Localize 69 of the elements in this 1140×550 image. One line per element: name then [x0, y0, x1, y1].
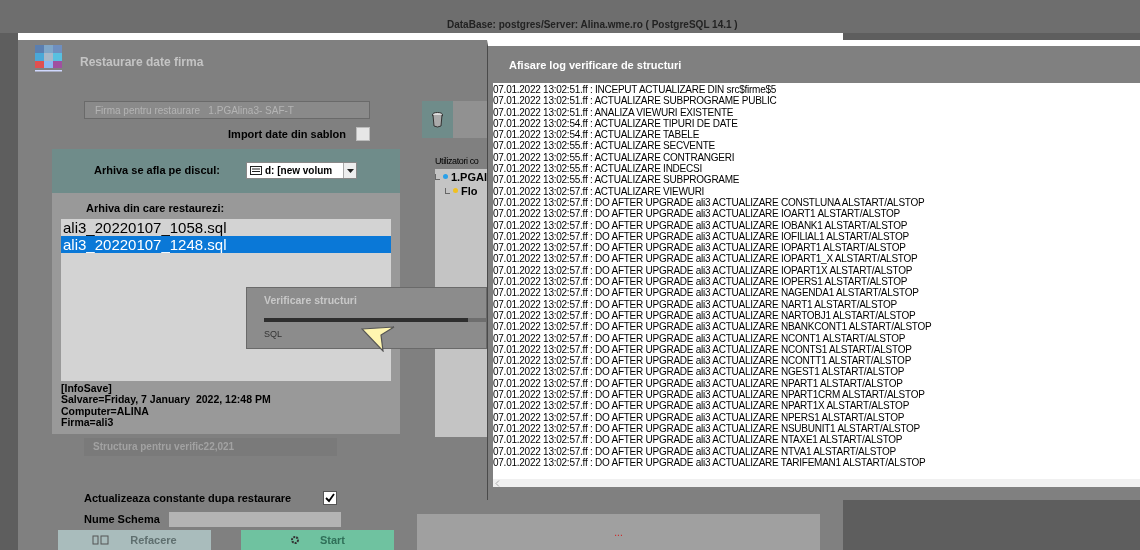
log-line: 07.01.2022 13:02:57.ff : ACTUALIZARE VIEWURI: [493, 185, 706, 197]
log-line: 07.01.2022 13:02:57.ff : DO AFTER UPGRADE ali3 ACTUALIZARE NTAXE1 ALSTART/ALSTOP: [493, 434, 904, 446]
log-line: 07.01.2022 13:02:57.ff : DO AFTER UPGRADE ali3 ACTUALIZARE NAGENDA1 ALSTART/ALSTOP: [493, 287, 920, 299]
log-line: 07.01.2022 13:02:57.ff : DO AFTER UPGRADE ali3 ACTUALIZARE NCONTT1 ALSTART/ALSTOP: [493, 355, 913, 367]
log-line: 07.01.2022 13:02:57.ff : DO AFTER UPGRADE ali3 ACTUALIZARE NPART1X ALSTART/ALSTOP: [493, 400, 911, 412]
log-line: 07.01.2022 13:02:57.ff : DO AFTER UPGRADE ali3 ACTUALIZARE IOFILIAL1 ALSTART/ALSTOP: [493, 230, 910, 243]
log-line: 07.01.2022 13:02:57.ff : DO AFTER UPGRADE ali3 ACTUALIZARE IOART1 ALSTART/ALSTOP: [493, 208, 902, 220]
log-line: 07.01.2022 13:02:57.ff : DO AFTER UPGRADE ali3 ACTUALIZARE NSUBUNIT1 ALSTART/ALSTOP: [493, 422, 922, 435]
log-line: 07.01.2022 13:02:57.ff : DO AFTER UPGRADE ali3 ACTUALIZARE NPART1 ALSTART/ALSTOP: [493, 377, 904, 389]
log-line: 07.01.2022 13:02:57.ff : DO AFTER UPGRADE ali3 ACTUALIZARE NGEST1 ALSTART/ALSTOP: [493, 366, 906, 378]
log-line: 07.01.2022 13:02:57.ff : DO AFTER UPGRADE ali3 ACTUALIZARE NART1 ALSTART/ALSTOP: [493, 298, 898, 310]
caret-icon: [343, 163, 356, 178]
pointer-cursor-icon: [361, 326, 395, 352]
log-line: 07.01.2022 13:02:55.ff : ACTUALIZARE SECVENTE: [493, 140, 717, 152]
log-line: 07.01.2022 13:02:57.ff : DO AFTER UPGRADE ali3 ACTUALIZARE NPERS1 ALSTART/ALSTOP: [493, 411, 906, 423]
log-line: 07.01.2022 13:02:54.ff : ACTUALIZARE TIPURI DE DATE: [493, 117, 739, 130]
log-line: 07.01.2022 13:02:57.ff : DO AFTER UPGRADE ali3 ACTUALIZARE NCONTS1 ALSTART/ALSTOP: [493, 343, 913, 356]
checkmark-icon: [325, 492, 335, 503]
info-line: Salvare=Friday, 7 January 2022, 12:48 PM: [61, 394, 272, 406]
log-line: 07.01.2022 13:02:55.ff : ACTUALIZARE SUBPROGRAME: [493, 174, 741, 186]
log-line: 07.01.2022 13:02:51.ff : ACTUALIZARE SUBPROGRAME PUBLIC: [493, 95, 778, 107]
disk-value: d: [new volum: [265, 164, 334, 178]
import-template-label: Import date din sablon: [228, 127, 346, 142]
log-line: 07.01.2022 13:02:55.ff : ACTUALIZARE INDECSI: [493, 163, 703, 175]
log-line: 07.01.2022 13:02:57.ff : DO AFTER UPGRADE ali3 ACTUALIZARE IOBANK1 ALSTART/ALSTOP: [493, 219, 909, 231]
tree-item[interactable]: 1.PGAl: [450, 169, 487, 184]
log-line: 07.01.2022 13:02:57.ff : DO AFTER UPGRADE ali3 ACTUALIZARE IOPART1 ALSTART/ALSTOP: [493, 242, 907, 254]
trash-button[interactable]: [422, 101, 453, 138]
log-line: 07.01.2022 13:02:57.ff : DO AFTER UPGRADE ali3 ACTUALIZARE NPART1CRM ALSTART/ALSTOP: [493, 389, 926, 401]
gear-icon: [289, 535, 300, 545]
tree-item[interactable]: Flo: [461, 183, 478, 198]
info-line: Firma=ali3: [61, 416, 114, 429]
disk-label: Arhiva se afla pe discul:: [94, 163, 221, 179]
archive-file-item[interactable]: ali3_20220107_1248.sql: [61, 236, 391, 253]
database-label: DataBase: postgres/Server: Alina.wme.ro ( PostgreSQL 14.1 ): [447, 18, 738, 32]
app-logo-icon: [35, 45, 62, 73]
log-line: 07.01.2022 13:02:54.ff : ACTUALIZARE TABELE: [493, 129, 701, 141]
progress-label: SQL: [264, 327, 282, 341]
info-line: Computer=ALINA: [61, 405, 150, 417]
window-title: Restaurare date firma: [80, 54, 204, 71]
schema-input-field[interactable]: [168, 511, 341, 527]
checkbox[interactable]: [323, 490, 337, 505]
drive-icon: [250, 166, 262, 175]
log-line: 07.01.2022 13:02:51.ff : ANALIZA VIEWURI EXISTENTE: [493, 106, 735, 118]
users-label: Utilizatori co: [435, 155, 479, 168]
log-line: 07.01.2022 13:02:57.ff : DO AFTER UPGRADE ali3 ACTUALIZARE NCONT1 ALSTART/ALSTOP: [493, 332, 907, 344]
log-window-title: Afisare log verificare de structuri: [508, 58, 683, 73]
log-line: 07.01.2022 13:02:57.ff : DO AFTER UPGRADE ali3 ACTUALIZARE TARIFEMAN1 ALSTART/ALSTOP: [493, 456, 927, 469]
info-line: [InfoSave]: [61, 383, 112, 395]
schema-label: Nume Schema: [84, 512, 160, 527]
log-line: 07.01.2022 13:02:57.ff : DO AFTER UPGRADE ali3 ACTUALIZARE CONSTLUNA ALSTART/ALSTOP: [493, 196, 926, 209]
update-constants-label: Actualizeaza constante dupa restaurare: [84, 490, 292, 506]
status-text: ...: [614, 525, 623, 540]
trash-icon: [432, 111, 443, 128]
progress-title: Verificare structuri: [264, 293, 357, 308]
log-line: 07.01.2022 13:02:57.ff : DO AFTER UPGRADE ali3 ACTUALIZARE IOPART1_X ALSTART/ALSTOP: [493, 253, 919, 265]
log-line: 07.01.2022 13:02:57.ff : DO AFTER UPGRADE ali3 ACTUALIZARE NARTOBJ1 ALSTART/ALSTOP: [493, 309, 917, 322]
archive-file-item[interactable]: ali3_20220107_1058.sql: [61, 219, 391, 236]
checkbox[interactable]: [356, 127, 370, 142]
disk-dropdown[interactable]: d: [new volum: [246, 162, 357, 179]
log-line: 07.01.2022 13:02:57.ff : DO AFTER UPGRADE ali3 ACTUALIZARE NTVA1 ALSTART/ALSTOP: [493, 445, 897, 457]
log-line: 07.01.2022 13:02:55.ff : ACTUALIZARE CONTRANGERI: [493, 151, 736, 164]
log-line: 07.01.2022 13:02:51.ff : INCEPUT ACTUALIZARE DIN src$firme$5: [493, 84, 778, 96]
toolbar-panel: [453, 101, 487, 138]
log-line: 07.01.2022 13:02:57.ff : DO AFTER UPGRADE ali3 ACTUALIZARE NBANKCONT1 ALSTART/ALSTOP: [493, 321, 933, 333]
archive-label: Arhiva din care restaurezi:: [85, 200, 226, 216]
log-line: 07.01.2022 13:02:57.ff : DO AFTER UPGRADE ali3 ACTUALIZARE IOPART1X ALSTART/ALSTOP: [493, 264, 914, 277]
log-line: 07.01.2022 13:02:57.ff : DO AFTER UPGRADE ali3 ACTUALIZARE IOPERS1 ALSTART/ALSTOP: [493, 276, 909, 288]
document-icon: [92, 535, 111, 545]
